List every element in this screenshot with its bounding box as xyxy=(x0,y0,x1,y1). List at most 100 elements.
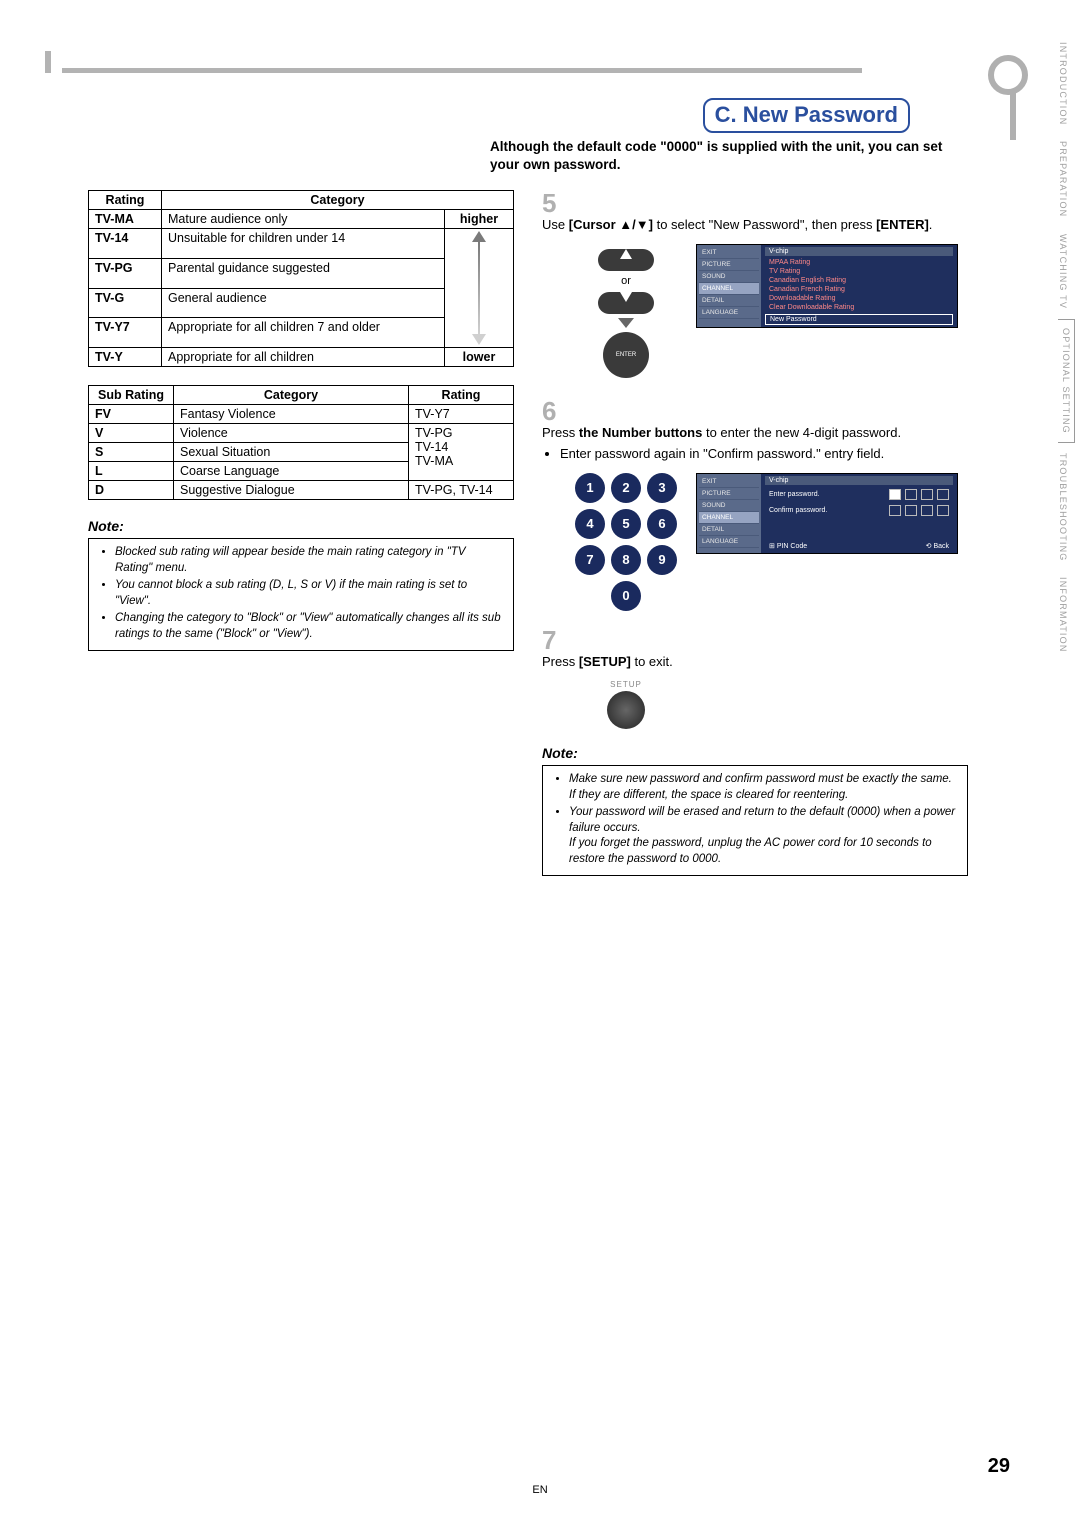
tvb-confirm: Confirm password. xyxy=(769,507,827,514)
c-tvg: General audience xyxy=(162,288,445,318)
sr-l: L xyxy=(95,464,103,478)
s6b: the Number buttons xyxy=(579,425,703,440)
s6c: to enter the new 4-digit password. xyxy=(702,425,901,440)
sc-v: Violence xyxy=(174,424,409,443)
tva-r4: Downloadable Rating xyxy=(765,294,953,303)
note-a2: You cannot block a sub rating (D, L, S o… xyxy=(115,578,503,609)
sr-d: D xyxy=(95,483,104,497)
sr-fv: FV xyxy=(95,407,111,421)
th-subcat: Category xyxy=(174,386,409,405)
s5e: . xyxy=(929,217,933,232)
r-tvy: TV-Y xyxy=(95,350,123,364)
tva-r2: Canadian English Rating xyxy=(765,276,953,285)
enter-button-icon: ENTER xyxy=(603,332,649,378)
sr-v: V xyxy=(95,426,103,440)
section-prefix: C. xyxy=(715,102,737,127)
r-tvg: TV-G xyxy=(95,291,124,305)
sc-l: Coarse Language xyxy=(174,462,409,481)
tab-prep: PREPARATION xyxy=(1058,135,1068,223)
page-lang: EN xyxy=(532,1484,547,1496)
step-6: 6 Press the Number buttons to enter the … xyxy=(542,398,968,463)
tv-screen-b: EXIT PICTURE SOUND CHANNEL DETAIL LANGUA… xyxy=(696,473,958,554)
setup-label: SETUP xyxy=(596,680,656,689)
section-title-text: New Password xyxy=(743,102,898,127)
num-1: 1 xyxy=(575,473,605,503)
c-tv14: Unsuitable for children under 14 xyxy=(162,229,445,259)
tvbside-sound: SOUND xyxy=(699,500,759,512)
page-number: 29 xyxy=(988,1455,1010,1478)
step-7-num: 7 xyxy=(542,627,570,653)
tva-r1: TV Rating xyxy=(765,267,953,276)
num-4: 4 xyxy=(575,509,605,539)
tva-r3: Canadian French Rating xyxy=(765,285,953,294)
tvbside-channel: CHANNEL xyxy=(699,512,759,524)
tvb-back: Back xyxy=(933,543,949,550)
r-tvpg: TV-PG xyxy=(95,261,133,275)
num-2: 2 xyxy=(611,473,641,503)
tvside-exit: EXIT xyxy=(699,247,759,259)
numpad-remote: 123 456 789 0 xyxy=(576,473,676,611)
subrating-table: Sub Rating Category Rating FV Fantasy Vio… xyxy=(88,385,514,500)
note-b1: Make sure new password and confirm passw… xyxy=(569,772,957,803)
sc-s: Sexual Situation xyxy=(174,443,409,462)
step-7: 7 Press [SETUP] to exit. xyxy=(542,627,968,671)
cursor-down-icon xyxy=(598,292,654,314)
num-6: 6 xyxy=(647,509,677,539)
s5a: Use xyxy=(542,217,569,232)
r-tvy7: TV-Y7 xyxy=(95,320,130,334)
tvside-sound: SOUND xyxy=(699,271,759,283)
tab-intro: INTRODUCTION xyxy=(1058,36,1068,131)
r-tvma: TV-MA xyxy=(95,212,134,226)
step-5: 5 Use [Cursor ▲/▼] to select "New Passwo… xyxy=(542,190,968,234)
header-rule xyxy=(62,68,862,73)
num-8: 8 xyxy=(611,545,641,575)
c-tvy7: Appropriate for all children 7 and older xyxy=(162,318,445,348)
r-tv14: TV-14 xyxy=(95,231,128,245)
note-a-heading: Note: xyxy=(88,518,514,534)
sg-l: TV-MA xyxy=(415,454,507,468)
th-rating: Rating xyxy=(89,191,162,210)
num-9: 9 xyxy=(647,545,677,575)
tab-optional: OPTIONAL SETTING xyxy=(1058,319,1075,443)
rating-table: Rating Category TV-MA Mature audience onl… xyxy=(88,190,514,367)
s7a: Press xyxy=(542,654,579,669)
s6d: Enter password again in "Confirm passwor… xyxy=(560,445,938,463)
s7c: to exit. xyxy=(631,654,673,669)
tvb-enter: Enter password. xyxy=(769,491,820,498)
s5b: [Cursor ▲/▼] xyxy=(569,217,653,232)
tva-r5: Clear Downloadable Rating xyxy=(765,303,953,312)
tvside-pic: PICTURE xyxy=(699,259,759,271)
tvbside-detail: DETAIL xyxy=(699,524,759,536)
s5c: to select "New Password", then press xyxy=(653,217,876,232)
or-label: or xyxy=(576,275,676,287)
tvbside-pic: PICTURE xyxy=(699,488,759,500)
s7b: [SETUP] xyxy=(579,654,631,669)
cursor-up-icon xyxy=(598,249,654,271)
tva-box: New Password xyxy=(765,314,953,325)
tvside-detail: DETAIL xyxy=(699,295,759,307)
note-a3: Changing the category to "Block" or "Vie… xyxy=(115,611,503,642)
sr-s: S xyxy=(95,445,103,459)
sg-s: TV-14 xyxy=(415,440,507,454)
note-b-box: Make sure new password and confirm passw… xyxy=(542,765,968,876)
th-sub: Sub Rating xyxy=(89,386,174,405)
note-a-box: Blocked sub rating will appear beside th… xyxy=(88,538,514,651)
th-category: Category xyxy=(162,191,514,210)
num-0: 0 xyxy=(611,581,641,611)
tvb-hdr: V-chip xyxy=(765,476,953,485)
num-5: 5 xyxy=(611,509,641,539)
note-a1: Blocked sub rating will appear beside th… xyxy=(115,545,503,576)
step-5-num: 5 xyxy=(542,190,570,216)
header-circle-icon xyxy=(988,55,1028,95)
note-b2: Your password will be erased and return … xyxy=(569,805,957,867)
tvb-pin: PIN Code xyxy=(777,543,807,550)
c-tvpg: Parental guidance suggested xyxy=(162,258,445,288)
th-subrate: Rating xyxy=(409,386,514,405)
c-tvma: Mature audience only xyxy=(162,210,445,229)
section-title: C. New Password xyxy=(703,98,910,133)
s5d: [ENTER] xyxy=(876,217,929,232)
sc-fv: Fantasy Violence xyxy=(174,405,409,424)
note-b-heading: Note: xyxy=(542,745,968,761)
tab-info: INFORMATION xyxy=(1058,571,1068,659)
step-6-num: 6 xyxy=(542,398,570,424)
